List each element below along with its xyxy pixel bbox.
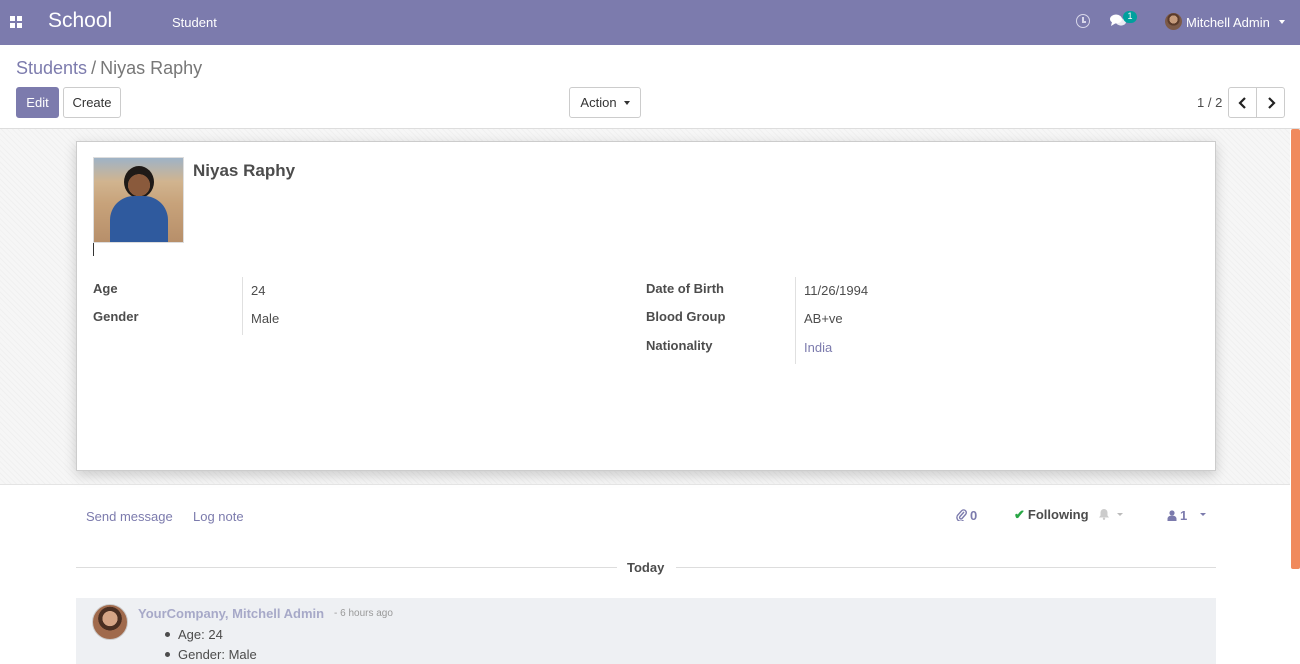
breadcrumb: Students / Niyas Raphy <box>16 58 202 79</box>
text-cursor <box>93 243 94 256</box>
caret-down-icon[interactable] <box>1117 513 1123 516</box>
app-brand[interactable]: School <box>48 9 112 33</box>
attachments-count: 0 <box>970 508 978 523</box>
chatter-message: YourCompany, Mitchell Admin - 6 hours ag… <box>76 598 1216 664</box>
chat-count-badge: 1 <box>1123 11 1137 23</box>
edit-button[interactable]: Edit <box>16 87 59 118</box>
user-avatar[interactable] <box>1165 13 1182 30</box>
attachments-button[interactable]: 0 <box>956 508 977 523</box>
following-button[interactable]: ✔ Following <box>1014 507 1089 523</box>
apps-menu-icon[interactable] <box>10 16 22 28</box>
breadcrumb-current: Niyas Raphy <box>100 58 203 78</box>
dob-value: 11/26/1994 <box>804 283 869 298</box>
top-navbar: School Student 1 Mitchell Admin <box>0 0 1300 45</box>
chevron-right-icon <box>1267 96 1276 109</box>
right-column-divider <box>795 277 796 364</box>
followers-count: 1 <box>1180 508 1188 523</box>
today-separator-label: Today <box>627 560 665 575</box>
scrollbar-thumb[interactable] <box>1291 129 1300 569</box>
message-time: - 6 hours ago <box>334 608 393 619</box>
paperclip-icon <box>956 509 967 523</box>
student-form-sheet: Niyas Raphy Age 24 Gender Male Date of B… <box>76 141 1216 471</box>
breadcrumb-separator: / <box>91 58 97 78</box>
activity-clock-icon[interactable] <box>1076 14 1090 28</box>
check-icon: ✔ <box>1014 507 1025 522</box>
caret-down-icon <box>623 100 630 105</box>
today-divider-left <box>76 567 617 568</box>
action-label: Action <box>580 95 617 110</box>
left-column-divider <box>242 277 243 335</box>
pager-previous-button[interactable] <box>1228 87 1257 118</box>
tracking-value-item: Gender: Male <box>165 648 257 664</box>
breadcrumb-students-link[interactable]: Students <box>16 58 87 78</box>
followers-button[interactable]: 1 <box>1167 508 1187 523</box>
menu-item-student[interactable]: Student <box>172 15 217 30</box>
student-name-title: Niyas Raphy <box>193 161 296 180</box>
age-label: Age <box>93 281 118 296</box>
pager-next-button[interactable] <box>1256 87 1285 118</box>
author-avatar[interactable] <box>92 604 128 640</box>
message-author[interactable]: YourCompany, Mitchell Admin <box>138 606 324 621</box>
caret-down-icon[interactable] <box>1279 20 1285 24</box>
following-label: Following <box>1027 507 1089 522</box>
blood-group-label: Blood Group <box>646 309 726 324</box>
user-menu-name[interactable]: Mitchell Admin <box>1186 15 1270 30</box>
caret-down-icon[interactable] <box>1200 513 1206 516</box>
user-icon <box>1167 510 1177 521</box>
gender-value: Male <box>251 311 280 326</box>
log-note-button[interactable]: Log note <box>193 509 244 524</box>
chevron-left-icon <box>1237 96 1246 109</box>
nationality-label: Nationality <box>646 338 713 353</box>
gender-label: Gender <box>93 309 139 324</box>
student-photo[interactable] <box>93 157 184 243</box>
blood-group-value: AB+ve <box>804 311 843 326</box>
action-dropdown-button[interactable]: Action <box>569 87 641 118</box>
today-divider-right <box>676 567 1216 568</box>
bell-icon[interactable] <box>1098 508 1110 520</box>
pager-value[interactable]: 1 / 2 <box>1197 95 1222 110</box>
age-value: 24 <box>251 283 266 298</box>
send-message-button[interactable]: Send message <box>86 509 173 524</box>
dob-label: Date of Birth <box>646 281 724 296</box>
tracking-value-item: Age: 24 <box>165 628 257 648</box>
create-button[interactable]: Create <box>63 87 121 118</box>
tracking-values-list: Age: 24 Gender: Male <box>165 628 257 664</box>
nationality-link[interactable]: India <box>804 340 832 355</box>
chatter-divider <box>0 484 1290 485</box>
